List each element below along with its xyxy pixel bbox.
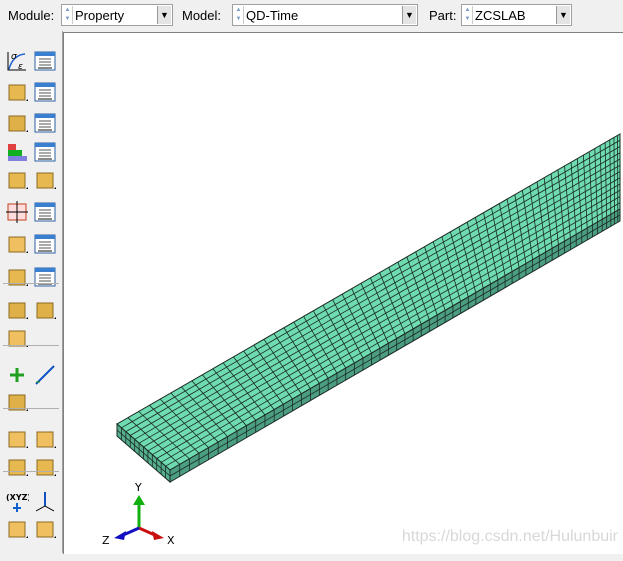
- chevron-down-icon[interactable]: ▼: [157, 6, 171, 24]
- mesh-line: [135, 159, 620, 439]
- mesh-line: [121, 140, 620, 428]
- viewport[interactable]: Y X Z https://blog.csdn.net/Hulunbuir: [63, 32, 623, 554]
- datum-plane-icon[interactable]: [33, 517, 57, 541]
- mesh-line: [139, 165, 620, 443]
- section-create-icon[interactable]: [5, 80, 29, 104]
- material-manager-icon[interactable]: [33, 49, 57, 73]
- svg-text:(XYZ): (XYZ): [6, 493, 29, 502]
- svg-text:ε: ε: [18, 62, 23, 72]
- module-label: Module:: [8, 8, 54, 23]
- stringer-manager-icon[interactable]: [33, 265, 57, 289]
- beam-orientation-icon[interactable]: [33, 168, 57, 192]
- partition-icon[interactable]: [5, 455, 29, 479]
- toolbox-separator: [3, 283, 59, 284]
- section-assign-icon[interactable]: [5, 168, 29, 192]
- spinner-icon[interactable]: ▲▼: [63, 6, 73, 24]
- material-create-icon[interactable]: σε: [5, 49, 29, 73]
- model-label: Model:: [182, 8, 221, 23]
- module-select[interactable]: ▲▼ Property ▼: [61, 4, 173, 26]
- view-triad-icon[interactable]: [33, 490, 57, 514]
- part-mesh: [64, 33, 623, 554]
- spinner-icon[interactable]: ▲▼: [463, 6, 473, 24]
- section-manager-icon[interactable]: [33, 80, 57, 104]
- z-axis-head: [114, 531, 126, 540]
- special-inertia-icon[interactable]: [5, 298, 29, 322]
- chevron-down-icon[interactable]: ▼: [402, 6, 416, 24]
- attachment-points-icon[interactable]: [5, 427, 29, 451]
- orientation-manager-icon[interactable]: [33, 200, 57, 224]
- x-axis-head: [152, 531, 164, 540]
- stringer-icon[interactable]: [5, 265, 29, 289]
- part-label: Part:: [429, 8, 456, 23]
- watermark: https://blog.csdn.net/Hulunbuir: [402, 528, 618, 546]
- z-axis-label: Z: [102, 534, 110, 547]
- composite-layup-icon[interactable]: [5, 140, 29, 164]
- composite-manager-icon[interactable]: [33, 140, 57, 164]
- x-axis-label: X: [167, 534, 175, 547]
- svg-text:σ: σ: [11, 52, 17, 62]
- y-axis-label: Y: [134, 481, 142, 494]
- context-bar: Module: ▲▼ Property ▼ Model: ▲▼ QD-Time …: [0, 0, 623, 31]
- part-select[interactable]: ▲▼ ZCSLAB ▼: [461, 4, 572, 26]
- toolbox-separator: [3, 408, 59, 409]
- skin-create-icon[interactable]: [5, 232, 29, 256]
- model-select[interactable]: ▲▼ QD-Time ▼: [232, 4, 418, 26]
- set-icon[interactable]: [33, 427, 57, 451]
- partition-cell-icon[interactable]: [5, 390, 29, 414]
- datum-axis-icon[interactable]: [33, 363, 57, 387]
- view-triad: Y X Z: [94, 481, 194, 561]
- skin-manager-icon[interactable]: [33, 232, 57, 256]
- cut-icon[interactable]: [33, 455, 57, 479]
- delete-inertia-icon[interactable]: [5, 326, 29, 350]
- profile-manager-icon[interactable]: [33, 111, 57, 135]
- query-csys-icon[interactable]: (XYZ): [5, 490, 29, 514]
- datum-point-icon[interactable]: [5, 363, 29, 387]
- toolbox-separator: [3, 345, 59, 346]
- mesh-line: [130, 153, 620, 436]
- chevron-down-icon[interactable]: ▼: [556, 6, 570, 24]
- mesh-line: [126, 147, 620, 432]
- springs-dashpots-icon[interactable]: [33, 298, 57, 322]
- y-axis-head: [133, 495, 145, 505]
- toolbox: σε (XYZ): [0, 31, 63, 553]
- datum-csys-icon[interactable]: [5, 517, 29, 541]
- profile-create-icon[interactable]: [5, 111, 29, 135]
- spinner-icon[interactable]: ▲▼: [234, 6, 244, 24]
- orientation-assign-icon[interactable]: [5, 200, 29, 224]
- mesh-line: [170, 215, 620, 476]
- toolbox-separator: [3, 471, 59, 472]
